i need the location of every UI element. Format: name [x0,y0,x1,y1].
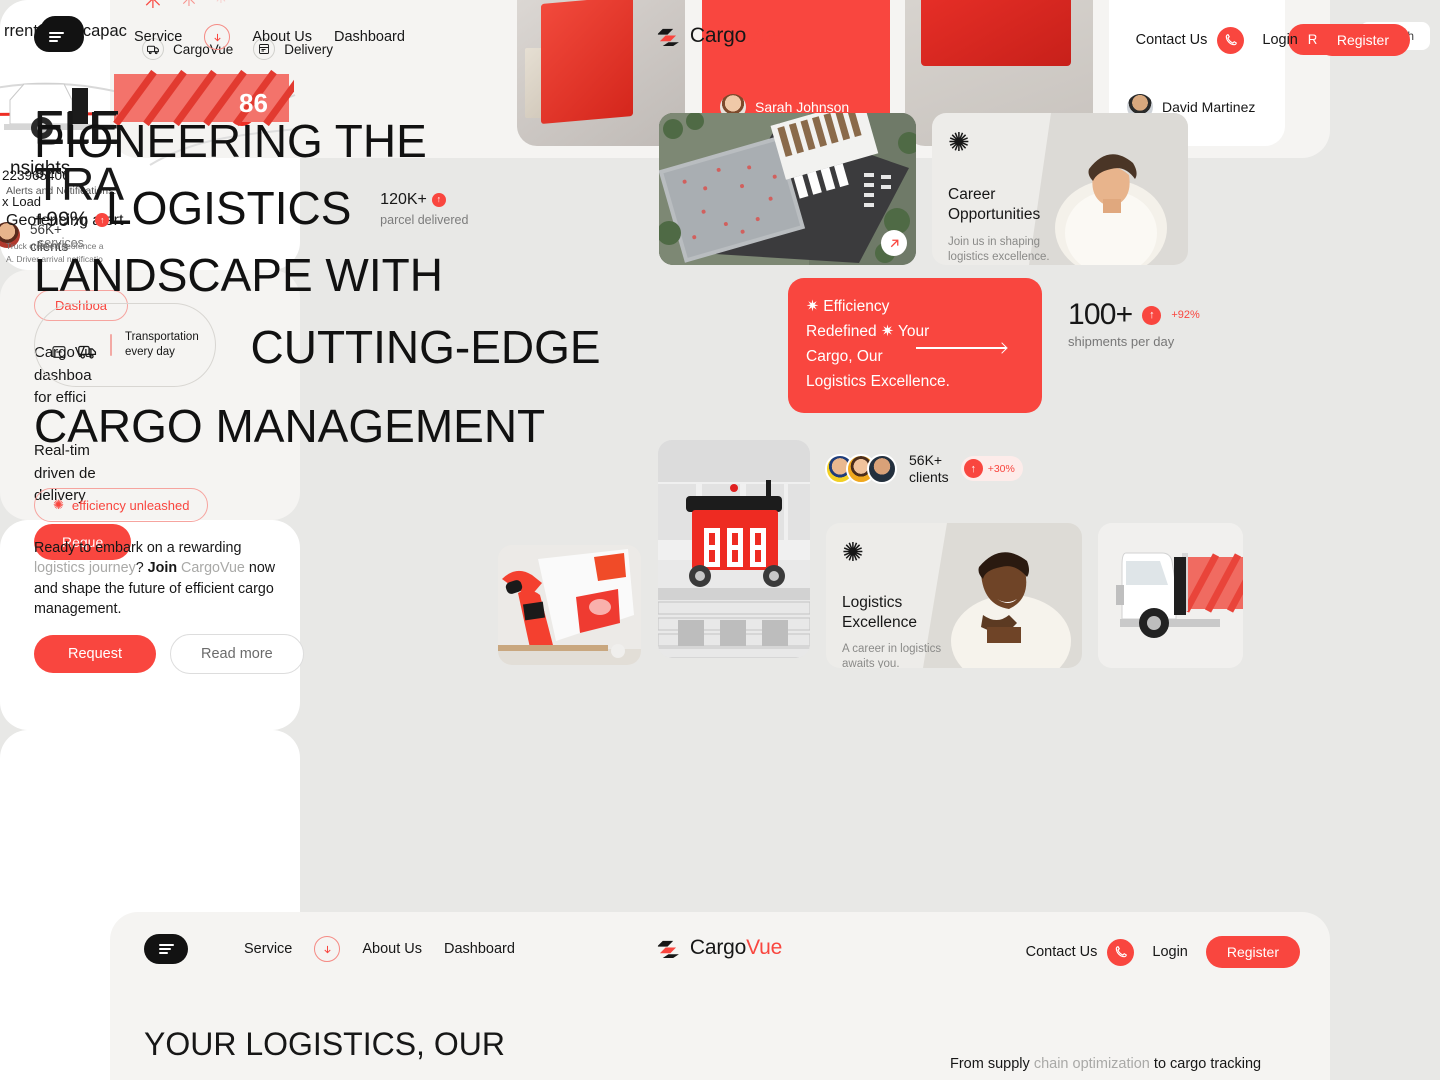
cargovue-logo-icon [657,28,679,46]
box-icon [51,311,67,378]
efficiency-badge[interactable]: ✺ efficiency unleashed [34,488,209,522]
parcel-stat-label: parcel delivered [380,212,469,227]
navbar-right: Contact Us Login Register [1026,936,1300,968]
nav-item-dashboard[interactable]: Dashboard [334,29,405,45]
phone-ring-icon[interactable] [1217,26,1245,54]
logistics-excellence-body: ✺ Logistics Excellence A career in logis… [842,539,992,668]
agv-shuttle-888-photo[interactable] [658,440,810,658]
shipments-stat-label: shipments per day [1068,334,1175,349]
nav-item-about-us[interactable]: About Us [252,29,312,45]
nav-item-service[interactable]: Service [134,29,182,45]
nav-item-dashboard[interactable]: Dashboard [444,941,515,957]
bottom-section-card: Service About Us Dashboard CargoVue Cont… [110,912,1330,1080]
arrow-up-right-icon[interactable] [881,230,907,256]
logistics-excellence-subtitle: A career in logistics awaits you. [842,642,942,668]
navbar-right: Contact Us Login Register [1136,24,1410,56]
clients-delta-badge: ↑ +30% [960,456,1023,482]
request-button[interactable]: Request [34,635,157,673]
brand-name: CargoVue [689,936,783,959]
brand-logo[interactable]: CargoVue [657,24,783,48]
contact-us-label: Contact Us [1135,32,1208,48]
page-root: ✳ ✳ ✳ CargoVue Deliver [0,0,1440,1080]
efficiency-redefined-card: ✷ Efficiency Redefined ✷ Your Cargo, Our… [788,278,1042,413]
nav-item-service[interactable]: Service [244,941,292,957]
nav-links: Service About Us Dashboard [244,936,515,962]
headline-line-4-row: Transportation every day CUTTING-EDGE [34,303,754,392]
arrow-up-icon: ↑ [963,459,983,479]
brand-name: CargoVue [689,24,783,47]
nav-item-about-us[interactable]: About Us [362,941,422,957]
career-card-body: ✺ Career Opportunities Join us in shapin… [948,129,1098,265]
headline-line-2: LOGISTICS [106,182,352,235]
shipments-stat-value: 100+ [1068,298,1133,331]
bottom-heading: YOUR LOGISTICS, OUR EXPERTISE, PIVOTED F… [144,1026,658,1080]
white-red-truck-photo[interactable] [1098,523,1243,668]
arrow-down-circle-icon[interactable] [314,936,341,962]
headline-line-4: CUTTING-EDGE [250,321,601,374]
hamburger-menu-icon[interactable] [34,22,78,52]
career-card-subtitle: Join us in shaping logistics excellence. [948,235,1050,264]
warehouse-illustration [659,113,916,265]
contact-us[interactable]: Contact Us [1025,938,1135,966]
clients-delta: +30% [987,462,1015,475]
transportation-pill-text: Transportation every day [125,331,199,359]
red-card-text: ✷ Efficiency Redefined ✷ Your Cargo, Our… [806,298,950,391]
transportation-pill[interactable]: Transportation every day [34,303,216,387]
starburst-icon: ✺ [948,127,970,157]
headline-line-5: CARGO MANAGEMENT [34,399,546,452]
logistics-excellence-title: Logistics Excellence [842,594,917,631]
headline-line-1: PIONEERING THE [34,115,427,167]
starburst-icon: ✺ [842,537,864,567]
avatar [867,453,897,484]
brand-logo[interactable]: CargoVue [657,936,783,960]
contact-us-label: Contact Us [1025,944,1098,960]
hero-paragraph: Ready to embark on a rewarding logistics… [34,540,276,617]
login-link[interactable]: Login [1262,32,1297,48]
arrow-right-icon [916,347,1006,349]
hero-headline: PIONEERING THE LOGISTICS 120K+ ↑ parcel … [34,108,754,460]
arrow-up-icon: ↑ [431,192,446,207]
hero-cta-row: Request Read more [34,634,304,674]
shipments-stat-delta: +92% [1171,309,1200,321]
navbar: Service About Us Dashboard CargoVue Cont… [0,0,1440,76]
career-opportunities-card[interactable]: ✺ Career Opportunities Join us in shapin… [932,113,1188,265]
career-card-title: Career Opportunities [948,186,1041,223]
hamburger-menu-icon[interactable] [144,934,188,964]
read-more-button[interactable]: Read more [170,634,304,674]
delivery-truck-icon [78,311,97,378]
parcel-delivered-stat: 120K+ ↑ parcel delivered [380,191,468,229]
login-link[interactable]: Login [1152,944,1187,960]
avatar-stack [825,453,897,484]
navbar-left: Service About Us Dashboard [34,22,405,52]
red-robotic-arm-photo[interactable] [498,545,641,665]
logistics-excellence-card[interactable]: ✺ Logistics Excellence A career in logis… [826,523,1082,668]
contact-us[interactable]: Contact Us [1135,26,1245,54]
phone-ring-icon[interactable] [1107,938,1135,966]
register-button[interactable]: Register [1315,24,1410,56]
arrow-up-icon: ↑ [1142,305,1162,325]
divider [110,334,112,357]
navbar-left: Service About Us Dashboard [144,934,515,964]
cargovue-logo-icon [657,940,679,958]
bottom-paragraph: From supply chain optimization to cargo … [950,1056,1262,1072]
register-button[interactable]: Register [1205,936,1300,968]
navbar-secondary: Service About Us Dashboard CargoVue Cont… [110,912,1330,988]
headline-line-2-row: LOGISTICS 120K+ ↑ parcel delivered [34,175,754,242]
warehouse-aerial-photo[interactable] [659,113,916,265]
clients-stat: 56K+ clients ↑ +30% [825,452,1023,486]
clients-stat-text: 56K+ clients [909,452,949,485]
sparkle-burst-icon: ✺ [53,497,64,512]
efficiency-badge-label: efficiency unleashed [71,497,190,513]
headline-line-3: LANDSCAPE WITH [34,249,443,302]
shipments-stat: 100+ ↑ +92% shipments per day [1068,298,1200,349]
parcel-stat-value: 120K+ [380,191,427,209]
arrow-down-circle-icon[interactable] [204,24,231,50]
nav-links: Service About Us Dashboard [134,24,405,50]
